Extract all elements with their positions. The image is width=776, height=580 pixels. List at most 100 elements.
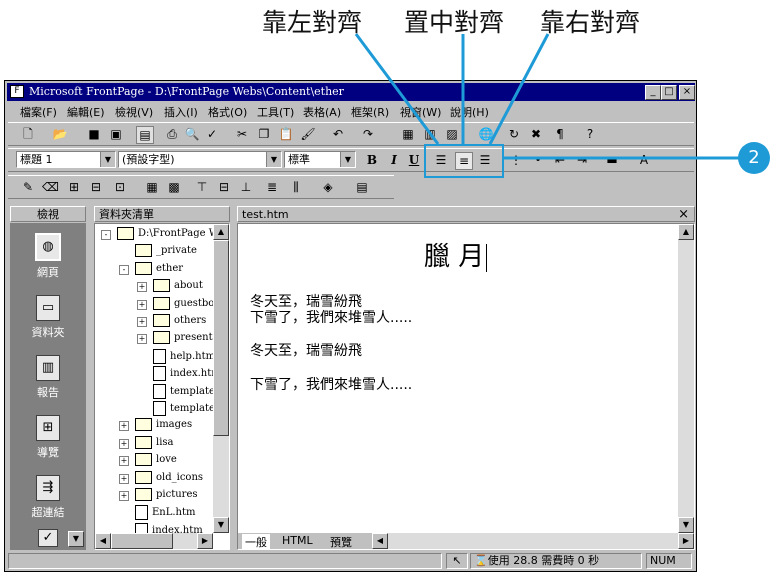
expand-icon[interactable]: + <box>137 282 147 293</box>
expand-icon[interactable]: + <box>119 473 129 484</box>
doc-line-4[interactable]: 下雪了，我們來堆雪人..... <box>250 374 412 394</box>
hourglass-icon: ⌛ <box>474 554 488 567</box>
folder-list-item-label: presents <box>174 332 218 344</box>
folder-list-item-label: ether <box>156 262 184 274</box>
views-header: 檢視 <box>10 206 86 222</box>
expand-icon[interactable]: + <box>137 299 147 310</box>
folder-list-item[interactable]: _private <box>135 244 197 258</box>
distribute-cols-icon[interactable]: ⫼ <box>288 179 304 195</box>
folder-hscroll-thumb[interactable] <box>111 533 173 549</box>
status-download-time-text: 使用 28.8 需費時 0 秒 <box>487 554 600 567</box>
doc-line-2[interactable]: 下雪了，我們來堆雪人..... <box>250 307 412 327</box>
page-icon <box>153 383 166 399</box>
expand-icon[interactable]: + <box>119 491 129 501</box>
scroll-up-icon[interactable]: ▲ <box>213 224 229 240</box>
tab-html[interactable]: HTML <box>282 534 313 547</box>
folder-vscroll[interactable]: ▲ ▼ <box>213 224 229 533</box>
editor-close-icon[interactable]: × <box>678 207 689 223</box>
folder-icon <box>153 279 170 293</box>
view-page[interactable]: ◍ 網頁 <box>10 233 86 280</box>
folder-list-item[interactable]: + love <box>119 453 177 467</box>
align-top-icon[interactable]: ⊤ <box>194 179 210 195</box>
folder-list-item-label: old_icons <box>156 471 204 483</box>
view-folders[interactable]: ▭ 資料夾 <box>10 295 86 340</box>
callout-number-badge: 2 <box>738 142 770 174</box>
view-folders-label: 資料夾 <box>31 326 65 339</box>
insert-cols-icon[interactable]: ⊟ <box>88 179 104 195</box>
insert-rows-icon[interactable]: ⊞ <box>66 179 82 195</box>
tab-preview[interactable]: 預覽 <box>330 534 352 550</box>
editor-file-tab[interactable]: test.htm <box>242 208 289 221</box>
pencil-icon[interactable]: ✎ <box>20 179 36 195</box>
collapse-icon[interactable]: - <box>101 230 111 240</box>
editor-canvas[interactable]: 臘 月 冬天至，瑞雪紛飛 下雪了，我們來堆雪人..... 冬天至，瑞雪紛飛 下雪… <box>237 223 695 550</box>
scroll-down-icon[interactable]: ▼ <box>678 517 694 533</box>
folder-list-item[interactable]: help.htm <box>153 348 216 364</box>
folder-list-item[interactable]: index.htm <box>153 366 221 382</box>
folder-list-item[interactable]: + images <box>119 418 192 432</box>
expand-icon[interactable]: + <box>119 438 129 449</box>
editor-vscroll[interactable]: ▲ ▼ <box>678 224 694 533</box>
cursor-icon: ↖ <box>446 553 468 569</box>
scroll-right-icon[interactable]: ▶ <box>197 533 213 549</box>
editor-tab-header: test.htm × <box>237 206 695 222</box>
table-properties-icon[interactable]: ▤ <box>354 179 370 195</box>
folder-list-item[interactable]: EnL.htm <box>135 505 196 521</box>
expand-icon[interactable]: + <box>119 421 129 432</box>
view-hyperlinks[interactable]: ⇶ 超連結 <box>10 475 86 520</box>
folder-icon <box>117 227 134 240</box>
folder-list-item[interactable]: + lisa <box>119 435 174 449</box>
doc-line-3[interactable]: 冬天至，瑞雪紛飛 <box>250 340 362 360</box>
tab-normal[interactable]: 一般 <box>242 534 270 550</box>
scroll-left-icon[interactable]: ◀ <box>95 533 111 549</box>
folder-list-item-label: about <box>174 280 203 292</box>
view-navigation[interactable]: ⊞ 導覽 <box>10 415 86 460</box>
folder-scroll-thumb[interactable] <box>213 240 229 436</box>
reports-view-icon: ▥ <box>36 355 60 381</box>
fill-color-icon[interactable]: ◈ <box>320 179 336 195</box>
scroll-down-icon[interactable]: ▼ <box>213 517 229 533</box>
align-middle-icon[interactable]: ⊟ <box>216 179 232 195</box>
expand-icon[interactable]: + <box>137 317 147 327</box>
align-bottom-icon[interactable]: ⊥ <box>238 179 254 195</box>
editor-hscroll-track[interactable] <box>388 533 678 549</box>
text-cursor <box>486 244 488 272</box>
folder-list-item[interactable]: + others <box>137 314 206 327</box>
table-grid-icon[interactable]: ▩ <box>166 179 182 195</box>
view-reports[interactable]: ▥ 報告 <box>10 355 86 400</box>
folder-list-item[interactable]: + presents <box>137 331 218 345</box>
expand-icon[interactable]: + <box>137 334 147 345</box>
folder-icon <box>153 331 170 345</box>
folder-list-item[interactable]: + pictures <box>119 488 198 501</box>
views-scroll-down[interactable]: ▼ <box>68 531 84 547</box>
folder-list-item[interactable]: + about <box>137 279 203 293</box>
folder-icon <box>135 488 152 501</box>
folder-list: - D:\FrontPage Web _private - ether + about + gu… <box>94 223 230 550</box>
doc-heading[interactable]: 臘 月 <box>424 236 488 273</box>
folder-list-item[interactable]: template2 <box>153 401 221 416</box>
folder-list-item[interactable]: + old_icons <box>119 470 204 484</box>
folder-list-item-label: help.htm <box>170 350 216 362</box>
folder-icon <box>153 296 170 310</box>
eraser-icon[interactable]: ⌫ <box>42 179 59 195</box>
expand-icon[interactable]: + <box>119 456 129 467</box>
page-view-icon: ◍ <box>35 233 61 261</box>
scroll-up-icon[interactable]: ▲ <box>678 224 694 240</box>
tasks-view-icon: ✓ <box>38 529 58 547</box>
folder-list-item-label: love <box>156 454 177 466</box>
navigation-view-icon: ⊞ <box>36 415 60 441</box>
status-download-time: ⌛使用 28.8 需費時 0 秒 <box>470 553 642 569</box>
folder-list-item-label: pictures <box>156 489 198 500</box>
split-cells-icon[interactable]: ▦ <box>144 179 160 195</box>
folder-list-item[interactable]: - ether <box>119 261 184 275</box>
folder-hscroll[interactable]: ◀ ▶ <box>95 533 213 549</box>
folder-list-item-label: EnL.htm <box>152 507 196 519</box>
scroll-right-icon[interactable]: ▶ <box>678 533 694 549</box>
merge-cells-icon[interactable]: ⊡ <box>112 179 128 195</box>
views-bar: ◍ 網頁 ▭ 資料夾 ▥ 報告 ⊞ 導覽 ⇶ 超連結 ✓ ▼ <box>10 223 86 550</box>
folder-icon <box>135 244 152 258</box>
page-icon <box>135 505 148 521</box>
distribute-rows-icon[interactable]: ≣ <box>264 179 280 195</box>
scroll-left-icon[interactable]: ◀ <box>372 533 388 549</box>
collapse-icon[interactable]: - <box>119 264 129 275</box>
